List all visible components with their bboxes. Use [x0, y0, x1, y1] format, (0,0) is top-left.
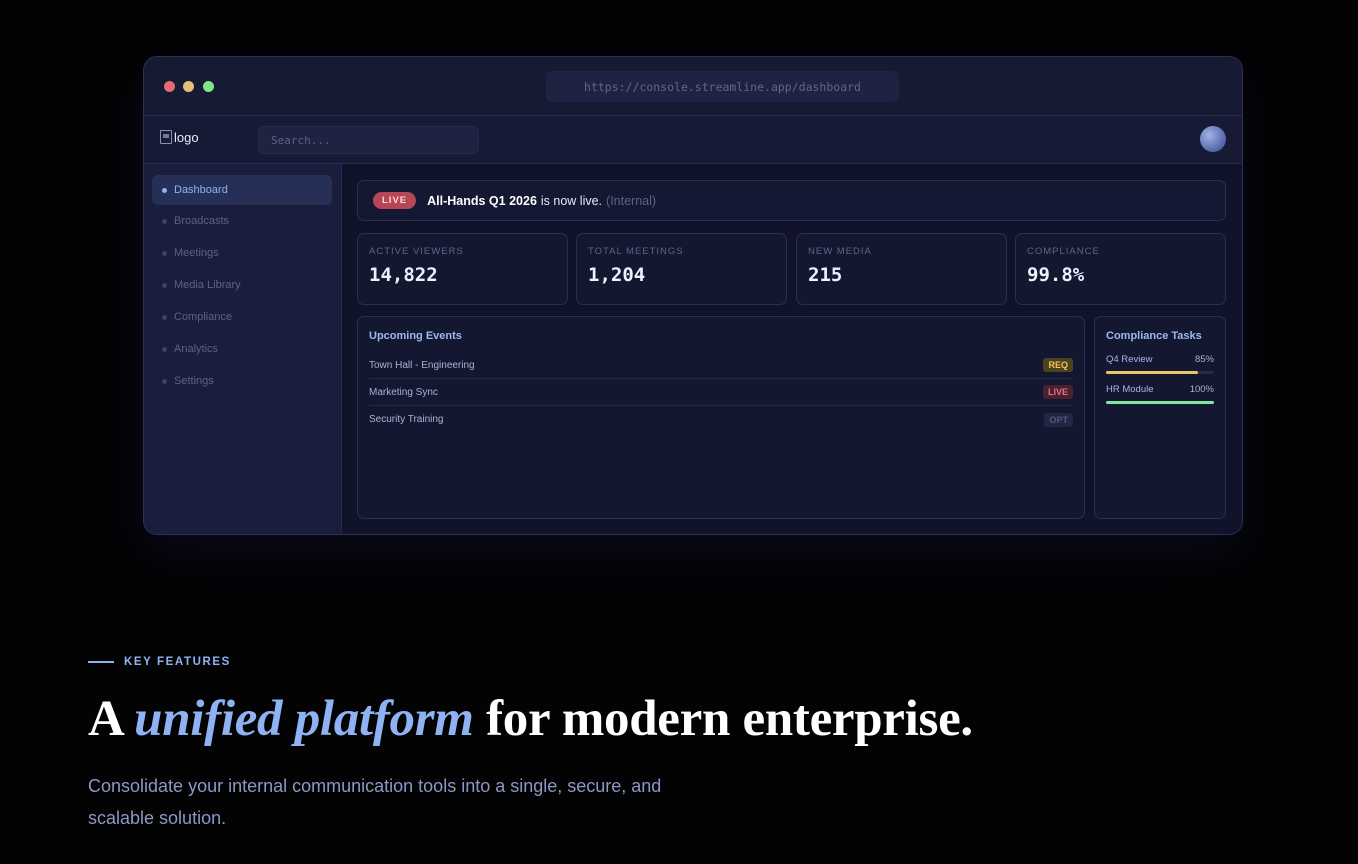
eyebrow-line	[88, 661, 114, 663]
event-row[interactable]: Town Hall - Engineering REQ	[369, 352, 1073, 379]
sidebar: Dashboard Broadcasts Meetings Media Libr…	[144, 164, 342, 534]
broken-image-icon	[160, 130, 172, 144]
task-item[interactable]: Q4 Review 85%	[1106, 354, 1214, 374]
stat-card-active-viewers: ACTIVE VIEWERS 14,822	[357, 233, 568, 305]
stat-value: 99.8%	[1027, 264, 1085, 286]
progress-track	[1106, 401, 1214, 404]
headline-emphasis: unified platform	[134, 691, 474, 747]
maximize-window-dot[interactable]	[203, 81, 214, 92]
stat-value: 1,204	[588, 264, 646, 286]
live-event-name: All-Hands Q1 2026	[427, 193, 537, 208]
task-name: Q4 Review	[1106, 354, 1153, 365]
search-input[interactable]: Search...	[258, 126, 479, 154]
live-message: is now live.	[540, 193, 603, 208]
panel-title: Compliance Tasks	[1106, 330, 1202, 342]
stat-label: ACTIVE VIEWERS	[369, 246, 464, 257]
task-percent: 85%	[1194, 354, 1214, 365]
dashboard-main: LIVE All-Hands Q1 2026 is now live. (Int…	[342, 164, 1242, 534]
minimize-window-dot[interactable]	[183, 81, 194, 92]
browser-titlebar: https://console.streamline.app/dashboard	[144, 57, 1242, 116]
progress-track	[1106, 371, 1214, 374]
event-name: Town Hall - Engineering	[369, 359, 475, 371]
avatar[interactable]	[1200, 126, 1226, 152]
sidebar-item-compliance[interactable]: Compliance	[152, 302, 332, 332]
task-item[interactable]: HR Module 100%	[1106, 384, 1214, 404]
event-tag-optional: OPT	[1044, 412, 1073, 427]
live-banner[interactable]: LIVE All-Hands Q1 2026 is now live. (Int…	[357, 180, 1226, 221]
eyebrow-text: KEY FEATURES	[124, 656, 231, 668]
stat-label: COMPLIANCE	[1027, 246, 1100, 257]
logo-alt-text: logo	[174, 129, 199, 145]
upcoming-events-panel: Upcoming Events Town Hall - Engineering …	[357, 316, 1085, 519]
browser-window: https://console.streamline.app/dashboard…	[143, 56, 1243, 535]
sidebar-item-analytics[interactable]: Analytics	[152, 334, 332, 364]
section-eyebrow: KEY FEATURES	[88, 656, 231, 668]
live-note: (Internal)	[606, 193, 657, 208]
event-row[interactable]: Security Training OPT	[369, 406, 1073, 433]
event-row[interactable]: Marketing Sync LIVE	[369, 379, 1073, 406]
headline-start: A	[88, 691, 122, 747]
progress-fill	[1106, 371, 1198, 374]
headline: A unified platform for modern enterprise…	[88, 690, 973, 748]
stat-card-total-meetings: TOTAL MEETINGS 1,204	[576, 233, 787, 305]
event-name: Marketing Sync	[369, 386, 438, 398]
stat-value: 215	[808, 264, 843, 286]
sidebar-item-dashboard[interactable]: Dashboard	[152, 175, 332, 205]
progress-fill	[1106, 401, 1214, 404]
sidebar-item-meetings[interactable]: Meetings	[152, 238, 332, 268]
headline-end: for modern enterprise.	[486, 691, 973, 747]
stat-label: TOTAL MEETINGS	[588, 246, 684, 257]
stat-value: 14,822	[369, 264, 438, 286]
task-name: HR Module	[1106, 384, 1154, 395]
logo[interactable]: logo	[160, 126, 208, 148]
event-tag-required: REQ	[1043, 358, 1073, 372]
event-name: Security Training	[369, 414, 444, 425]
stat-card-new-media: NEW MEDIA 215	[796, 233, 1007, 305]
event-tag-live: LIVE	[1042, 385, 1073, 399]
stat-label: NEW MEDIA	[808, 246, 872, 257]
sidebar-item-broadcasts[interactable]: Broadcasts	[152, 206, 332, 236]
stat-card-compliance: COMPLIANCE 99.8%	[1015, 233, 1226, 305]
sidebar-item-media-library[interactable]: Media Library	[152, 270, 332, 300]
live-badge: LIVE	[373, 192, 417, 209]
lede-paragraph: Consolidate your internal communication …	[88, 776, 662, 828]
app-header: logo Search...	[144, 116, 1242, 164]
sidebar-item-settings[interactable]: Settings	[152, 366, 332, 396]
compliance-tasks-panel: Compliance Tasks Q4 Review 85% HR Module…	[1094, 316, 1226, 519]
url-bar[interactable]: https://console.streamline.app/dashboard	[546, 71, 899, 102]
close-window-dot[interactable]	[164, 81, 175, 92]
panel-title: Upcoming Events	[369, 330, 462, 342]
task-percent: 100%	[1189, 384, 1214, 395]
